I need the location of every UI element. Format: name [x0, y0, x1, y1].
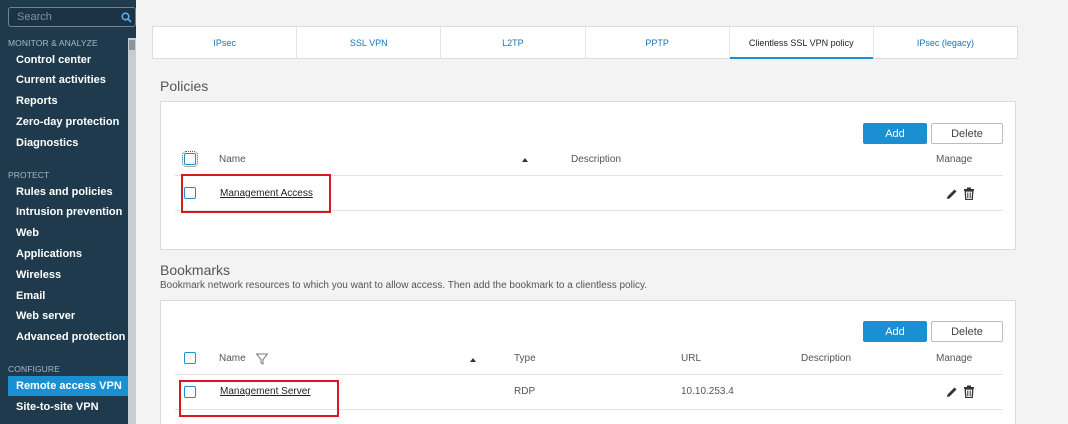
- tab-l2tp[interactable]: L2TP: [441, 27, 586, 58]
- vpn-tab-bar: IPsec SSL VPN L2TP PPTP Clientless SSL V…: [152, 26, 1018, 59]
- sidebar-item-diagnostics[interactable]: Diagnostics: [8, 133, 128, 153]
- sort-ascending-icon[interactable]: [470, 358, 476, 362]
- sidebar-item-current-activities[interactable]: Current activities: [8, 70, 128, 90]
- tab-clientless-ssl-vpn-policy[interactable]: Clientless SSL VPN policy: [729, 27, 874, 59]
- tab-pptp[interactable]: PPTP: [586, 27, 730, 58]
- policies-panel: Add Delete Name Description Manage Manag…: [160, 101, 1016, 250]
- tab-ipsec[interactable]: IPsec: [153, 27, 298, 58]
- sidebar-item-wireless[interactable]: Wireless: [8, 265, 128, 285]
- sidebar-scrollbar-thumb[interactable]: [129, 40, 135, 50]
- delete-icon[interactable]: [963, 187, 975, 200]
- sidebar-item-advanced-protection[interactable]: Advanced protection: [8, 327, 128, 347]
- sidebar-scrollbar[interactable]: [128, 38, 136, 424]
- highlight-box: [181, 174, 331, 213]
- bookmarks-description: Bookmark network resources to which you …: [160, 280, 648, 291]
- tab-ipsec-legacy[interactable]: IPsec (legacy): [874, 27, 1017, 58]
- delete-icon[interactable]: [963, 385, 975, 398]
- policies-column-name[interactable]: Name: [219, 154, 246, 165]
- sidebar-search: [8, 7, 136, 27]
- sidebar-item-web-server[interactable]: Web server: [8, 306, 128, 326]
- edit-icon[interactable]: [946, 386, 958, 398]
- edit-icon[interactable]: [946, 188, 958, 200]
- bookmarks-column-url: URL: [681, 353, 702, 364]
- sidebar-item-email[interactable]: Email: [8, 286, 128, 306]
- bookmarks-panel: Add Delete Name Type URL Description Man…: [160, 300, 1016, 424]
- bookmarks-column-name[interactable]: Name: [219, 353, 246, 364]
- sort-ascending-icon[interactable]: [522, 158, 528, 162]
- bookmarks-select-all-checkbox[interactable]: [184, 352, 196, 364]
- bookmarks-heading: Bookmarks: [160, 262, 231, 278]
- section-configure: CONFIGURE: [8, 364, 60, 374]
- sidebar: MONITOR & ANALYZE Control center Current…: [0, 0, 136, 424]
- sidebar-item-reports[interactable]: Reports: [8, 91, 128, 111]
- sidebar-item-applications[interactable]: Applications: [8, 244, 128, 264]
- highlight-box: [179, 380, 339, 417]
- policies-add-button[interactable]: Add: [863, 123, 927, 144]
- search-icon[interactable]: [117, 8, 135, 26]
- policies-heading: Policies: [160, 78, 209, 94]
- section-protect: PROTECT: [8, 170, 50, 180]
- bookmarks-add-button[interactable]: Add: [863, 321, 927, 342]
- sidebar-item-web[interactable]: Web: [8, 223, 128, 243]
- sidebar-item-intrusion-prevention[interactable]: Intrusion prevention: [8, 202, 128, 222]
- bookmarks-column-type: Type: [514, 353, 536, 364]
- sidebar-item-control-center[interactable]: Control center: [8, 50, 128, 70]
- policies-column-manage: Manage: [936, 154, 973, 165]
- sidebar-item-site-to-site-vpn[interactable]: Site-to-site VPN: [8, 397, 128, 417]
- policies-column-description: Description: [571, 154, 622, 165]
- bookmarks-column-description: Description: [801, 353, 852, 364]
- sidebar-item-rules-and-policies[interactable]: Rules and policies: [8, 182, 128, 202]
- bookmark-url: 10.10.253.4: [681, 386, 734, 397]
- section-monitor-analyze: MONITOR & ANALYZE: [8, 38, 98, 48]
- sidebar-item-remote-access-vpn[interactable]: Remote access VPN: [8, 376, 128, 396]
- filter-icon[interactable]: [256, 353, 268, 365]
- search-input[interactable]: [9, 8, 119, 26]
- policies-select-all-checkbox[interactable]: [182, 151, 198, 167]
- bookmark-type: RDP: [514, 386, 536, 397]
- bookmarks-column-manage: Manage: [936, 353, 973, 364]
- bookmarks-delete-button[interactable]: Delete: [931, 321, 1003, 342]
- sidebar-item-zero-day-protection[interactable]: Zero-day protection: [8, 112, 128, 132]
- tab-ssl-vpn[interactable]: SSL VPN: [297, 27, 442, 58]
- policies-delete-button[interactable]: Delete: [931, 123, 1003, 144]
